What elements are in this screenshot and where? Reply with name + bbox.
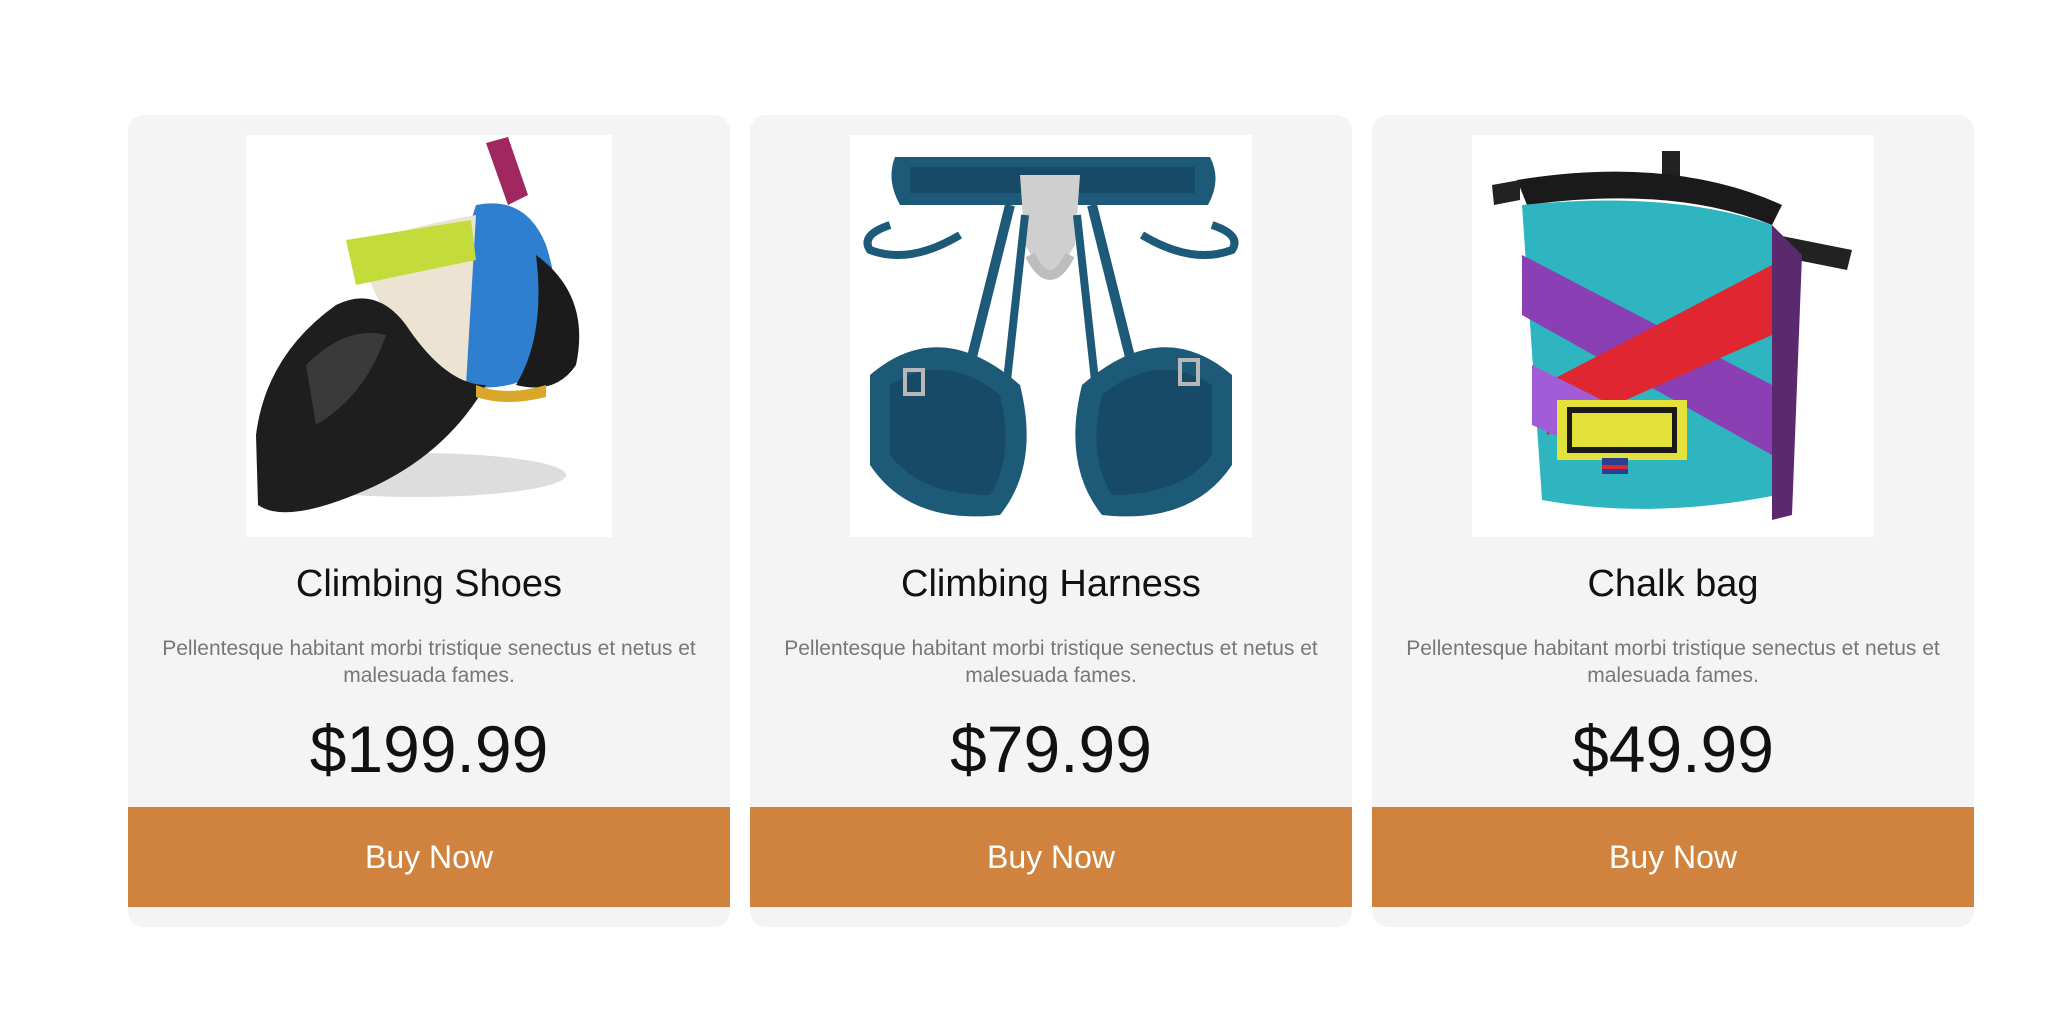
product-title: Climbing Shoes (295, 563, 563, 605)
product-description: Pellentesque habitant morbi tristique se… (784, 637, 1318, 687)
product-card-list: Climbing Shoes Pellentesque habitant mor… (128, 115, 1974, 927)
buy-now-button[interactable]: Buy Now (1372, 807, 1974, 907)
page: Climbing Shoes Pellentesque habitant mor… (0, 0, 2058, 1010)
chalk-bag-image (1472, 135, 1874, 537)
product-price: $49.99 (1572, 712, 1774, 786)
product-card: Climbing Harness Pellentesque habitant m… (750, 115, 1352, 927)
climbing-shoe-image (246, 135, 612, 537)
buy-now-button[interactable]: Buy Now (750, 807, 1352, 907)
product-card: Climbing Shoes Pellentesque habitant mor… (128, 115, 730, 927)
product-title: Chalk bag (1587, 563, 1759, 605)
climbing-harness-image (850, 135, 1252, 537)
product-title: Climbing Harness (901, 563, 1201, 605)
product-card: Chalk bag Pellentesque habitant morbi tr… (1372, 115, 1974, 927)
buy-now-button[interactable]: Buy Now (128, 807, 730, 907)
product-description: Pellentesque habitant morbi tristique se… (1406, 637, 1940, 687)
product-description: Pellentesque habitant morbi tristique se… (162, 637, 696, 687)
product-price: $199.99 (309, 712, 549, 786)
product-price: $79.99 (950, 712, 1152, 786)
